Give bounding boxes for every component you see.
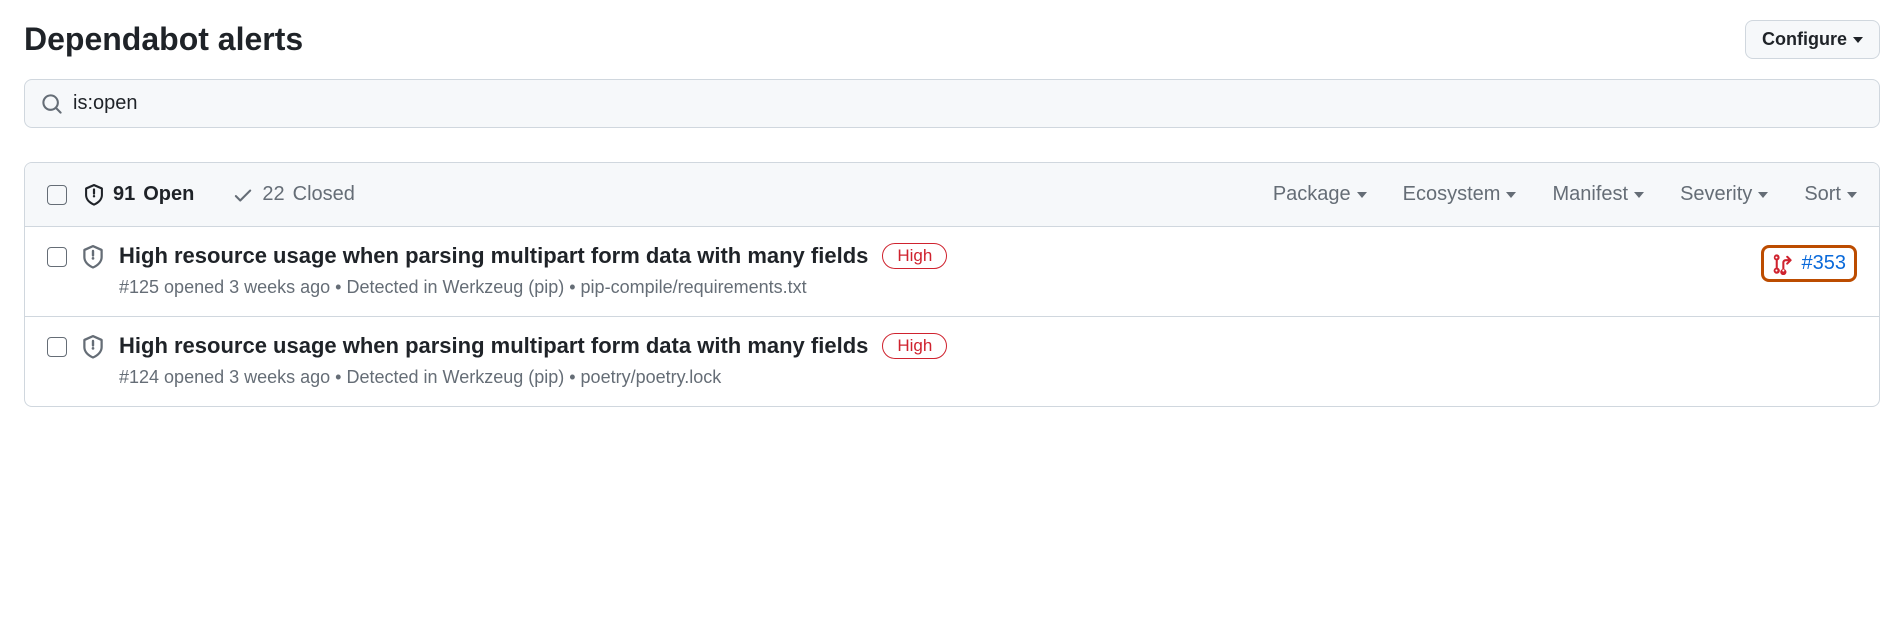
alert-checkbox[interactable]: [47, 337, 67, 357]
caret-down-icon: [1634, 192, 1644, 198]
filter-severity-label: Severity: [1680, 183, 1752, 206]
alert-title-link[interactable]: High resource usage when parsing multipa…: [119, 243, 868, 269]
alert-meta: #124 opened 3 weeks ago • Detected in We…: [119, 367, 1843, 388]
filter-manifest[interactable]: Manifest: [1552, 183, 1644, 206]
caret-down-icon: [1357, 192, 1367, 198]
configure-label: Configure: [1762, 29, 1847, 50]
alert-row: High resource usage when parsing multipa…: [25, 317, 1879, 406]
filter-severity[interactable]: Severity: [1680, 183, 1768, 206]
filter-ecosystem[interactable]: Ecosystem: [1403, 183, 1517, 206]
filter-package[interactable]: Package: [1273, 183, 1367, 206]
shield-alert-icon: [81, 335, 105, 359]
configure-button[interactable]: Configure: [1745, 20, 1880, 59]
severity-badge: High: [882, 333, 947, 359]
search-input[interactable]: [73, 92, 1863, 115]
caret-down-icon: [1853, 37, 1863, 43]
alert-title-link[interactable]: High resource usage when parsing multipa…: [119, 333, 868, 359]
search-box[interactable]: [24, 79, 1880, 128]
caret-down-icon: [1758, 192, 1768, 198]
shield-alert-icon: [83, 184, 105, 206]
shield-alert-icon: [81, 245, 105, 269]
alerts-list: 91 Open 22 Closed Package Ecosystem: [24, 162, 1880, 407]
filter-manifest-label: Manifest: [1552, 183, 1628, 206]
tab-closed[interactable]: 22 Closed: [232, 183, 355, 206]
list-toolbar: 91 Open 22 Closed Package Ecosystem: [25, 163, 1879, 227]
severity-badge: High: [882, 243, 947, 269]
page-title: Dependabot alerts: [24, 21, 303, 58]
filter-package-label: Package: [1273, 183, 1351, 206]
caret-down-icon: [1847, 192, 1857, 198]
closed-label: Closed: [293, 183, 355, 206]
open-label: Open: [143, 183, 194, 206]
filter-sort-label: Sort: [1804, 183, 1841, 206]
search-icon: [41, 93, 63, 115]
filter-sort[interactable]: Sort: [1804, 183, 1857, 206]
alert-checkbox[interactable]: [47, 247, 67, 267]
open-count: 91: [113, 183, 135, 206]
alert-meta: #125 opened 3 weeks ago • Detected in We…: [119, 277, 1747, 298]
alert-row: High resource usage when parsing multipa…: [25, 227, 1879, 317]
closed-count: 22: [262, 183, 284, 206]
caret-down-icon: [1506, 192, 1516, 198]
pr-link[interactable]: #353: [1761, 245, 1858, 282]
pr-number: #353: [1802, 252, 1847, 275]
filter-ecosystem-label: Ecosystem: [1403, 183, 1501, 206]
git-pull-request-icon: [1772, 253, 1794, 275]
select-all-checkbox[interactable]: [47, 185, 67, 205]
check-icon: [232, 184, 254, 206]
tab-open[interactable]: 91 Open: [83, 183, 194, 206]
